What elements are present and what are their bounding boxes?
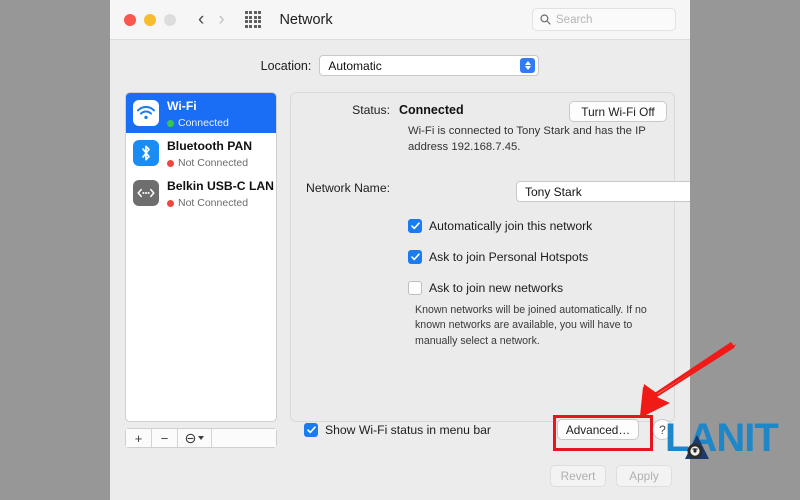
sidebar-item-label: Belkin USB-C LAN xyxy=(167,179,274,193)
watermark-globe-icon xyxy=(685,435,709,459)
revert-button[interactable]: Revert xyxy=(550,465,606,487)
zoom-button[interactable] xyxy=(164,13,176,26)
close-button[interactable] xyxy=(124,13,136,26)
checkbox-label: Show Wi-Fi status in menu bar xyxy=(325,423,491,437)
network-name-label: Network Name: xyxy=(306,181,390,195)
sidebar-item-label: Wi-Fi xyxy=(167,99,197,113)
sidebar-item-label: Bluetooth PAN xyxy=(167,139,253,153)
status-dot-icon xyxy=(167,159,174,167)
checkbox-show-wifi-status[interactable]: Show Wi-Fi status in menu bar xyxy=(304,423,491,437)
status-dot-icon xyxy=(167,199,174,207)
sidebar-item-status: Connected xyxy=(167,117,229,129)
checkbox-label: Ask to join Personal Hotspots xyxy=(429,250,589,264)
search-input[interactable]: Search xyxy=(532,8,676,31)
search-icon xyxy=(540,14,551,25)
checkbox-auto-join[interactable]: Automatically join this network xyxy=(408,219,592,233)
page-title: Network xyxy=(279,11,333,28)
chevron-right-icon[interactable]: › xyxy=(218,10,224,29)
sidebar-item-status: Not Connected xyxy=(167,157,252,169)
sidebar-item-bluetooth-pan[interactable]: Bluetooth PAN Not Connected xyxy=(126,133,276,173)
sidebar-item-belkin-usb-c-lan[interactable]: Belkin USB-C LAN Not Connected xyxy=(126,173,276,213)
wifi-icon xyxy=(133,100,159,126)
chevron-left-icon[interactable]: ‹ xyxy=(198,10,204,29)
minimize-button[interactable] xyxy=(144,13,156,26)
grid-apps-icon[interactable] xyxy=(244,11,262,28)
network-services-list[interactable]: Wi-Fi Connected Bluetooth PAN Not Connec… xyxy=(125,92,277,422)
checkbox-checked-icon xyxy=(408,219,422,233)
ethernet-adapter-icon xyxy=(133,180,159,206)
network-name-select[interactable]: Tony Stark xyxy=(516,181,690,202)
window-titlebar: ‹ › Network Search xyxy=(110,0,690,40)
checkbox-checked-icon xyxy=(304,423,318,437)
watermark-logo: LANIT xyxy=(665,418,779,459)
apply-button[interactable]: Apply xyxy=(616,465,672,487)
screenshot-root: ‹ › Network Search Location: Automatic W… xyxy=(0,0,800,500)
search-placeholder: Search xyxy=(556,13,593,26)
traffic-lights xyxy=(124,13,176,26)
network-name-value: Tony Stark xyxy=(525,184,582,199)
sidebar-item-wifi[interactable]: Wi-Fi Connected xyxy=(126,93,276,133)
location-label: Location: xyxy=(260,58,312,73)
chevron-updown-icon[interactable] xyxy=(520,58,536,73)
checkbox-personal-hotspots[interactable]: Ask to join Personal Hotspots xyxy=(408,250,588,264)
bluetooth-icon xyxy=(133,140,159,166)
checkbox-unchecked-icon xyxy=(408,281,422,295)
checkbox-checked-icon xyxy=(408,250,422,264)
sidebar-item-status: Not Connected xyxy=(167,197,269,209)
navigation-arrows: ‹ › xyxy=(198,10,225,29)
location-row: Location: Automatic xyxy=(110,55,690,76)
status-label: Status: xyxy=(352,103,390,117)
checkbox-new-networks[interactable]: Ask to join new networks xyxy=(408,281,563,295)
form-action-buttons: Revert Apply xyxy=(550,465,672,487)
location-select[interactable]: Automatic xyxy=(319,55,540,76)
turn-wifi-off-button[interactable]: Turn Wi-Fi Off xyxy=(569,101,667,122)
status-dot-icon xyxy=(167,119,174,127)
checkbox-label: Automatically join this network xyxy=(429,219,593,233)
status-description: Wi-Fi is connected to Tony Stark and has… xyxy=(408,125,646,154)
location-value: Automatic xyxy=(328,58,382,73)
status-value: Connected xyxy=(399,103,464,117)
network-name-row: Network Name: Tony Stark xyxy=(291,181,690,202)
checkbox-label: Ask to join new networks xyxy=(429,281,564,295)
